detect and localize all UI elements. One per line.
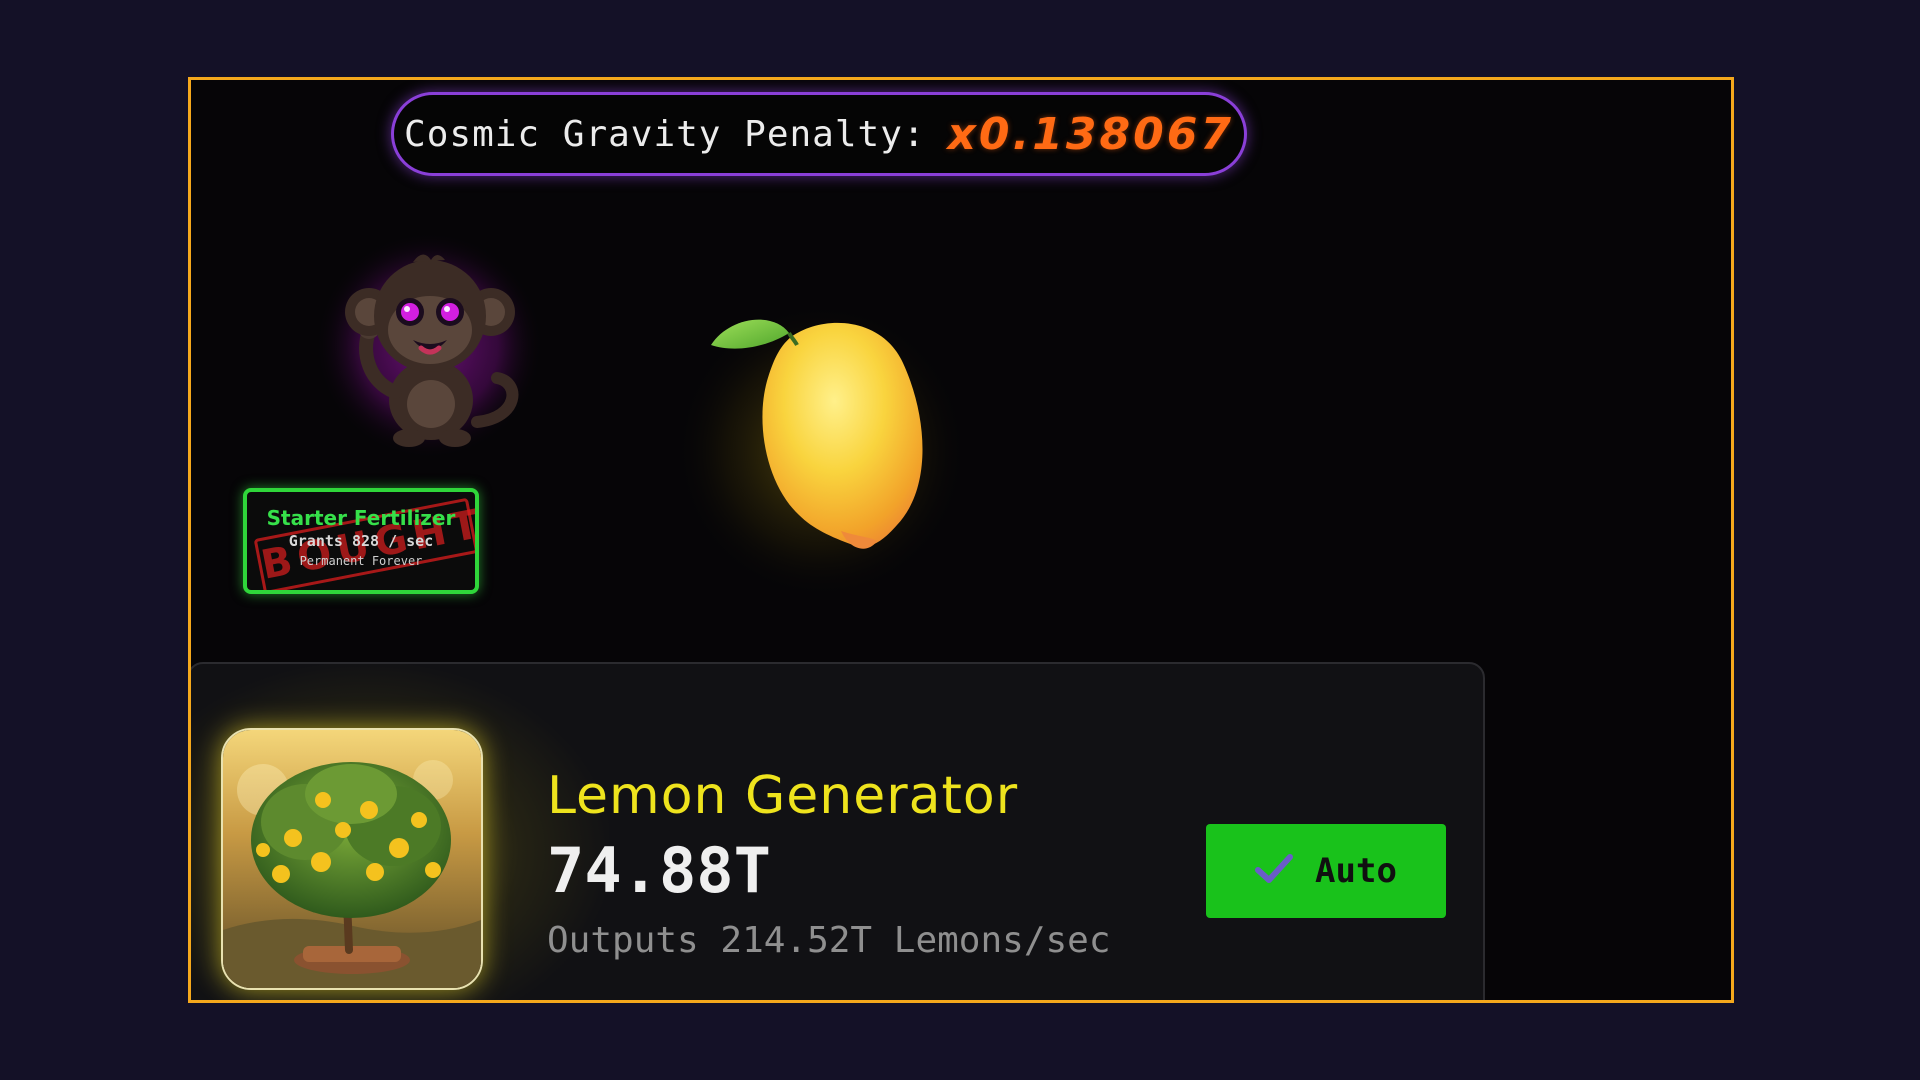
- fertilizer-duration: Permanent Forever: [299, 554, 423, 568]
- lemon-generator-panel: Lemon Generator 74.88T Outputs 214.52T L…: [191, 662, 1485, 1000]
- generator-name: Lemon Generator: [547, 766, 1019, 826]
- monkey-icon: [309, 232, 549, 472]
- auto-button[interactable]: Auto: [1206, 824, 1446, 918]
- check-icon: [1255, 854, 1294, 888]
- penalty-label: Cosmic Gravity Penalty:: [404, 113, 926, 155]
- game-frame: Cosmic Gravity Penalty: x0.138067 BOUGHT…: [188, 77, 1734, 1003]
- starter-fertilizer-card[interactable]: BOUGHT Starter Fertilizer Grants 828 / s…: [243, 488, 479, 594]
- gravity-penalty-banner: Cosmic Gravity Penalty: x0.138067: [391, 92, 1247, 176]
- auto-label: Auto: [1315, 851, 1397, 891]
- fertilizer-title: Starter Fertilizer: [266, 506, 456, 530]
- lemon-icon[interactable]: [671, 275, 971, 595]
- penalty-value: x0.138067: [947, 108, 1234, 160]
- generator-output: Outputs 214.52T Lemons/sec: [547, 920, 1111, 961]
- fertilizer-grants: Grants 828 / sec: [288, 532, 434, 550]
- generator-amount: 74.88T: [547, 834, 771, 907]
- lemon-tree-icon: [221, 728, 483, 990]
